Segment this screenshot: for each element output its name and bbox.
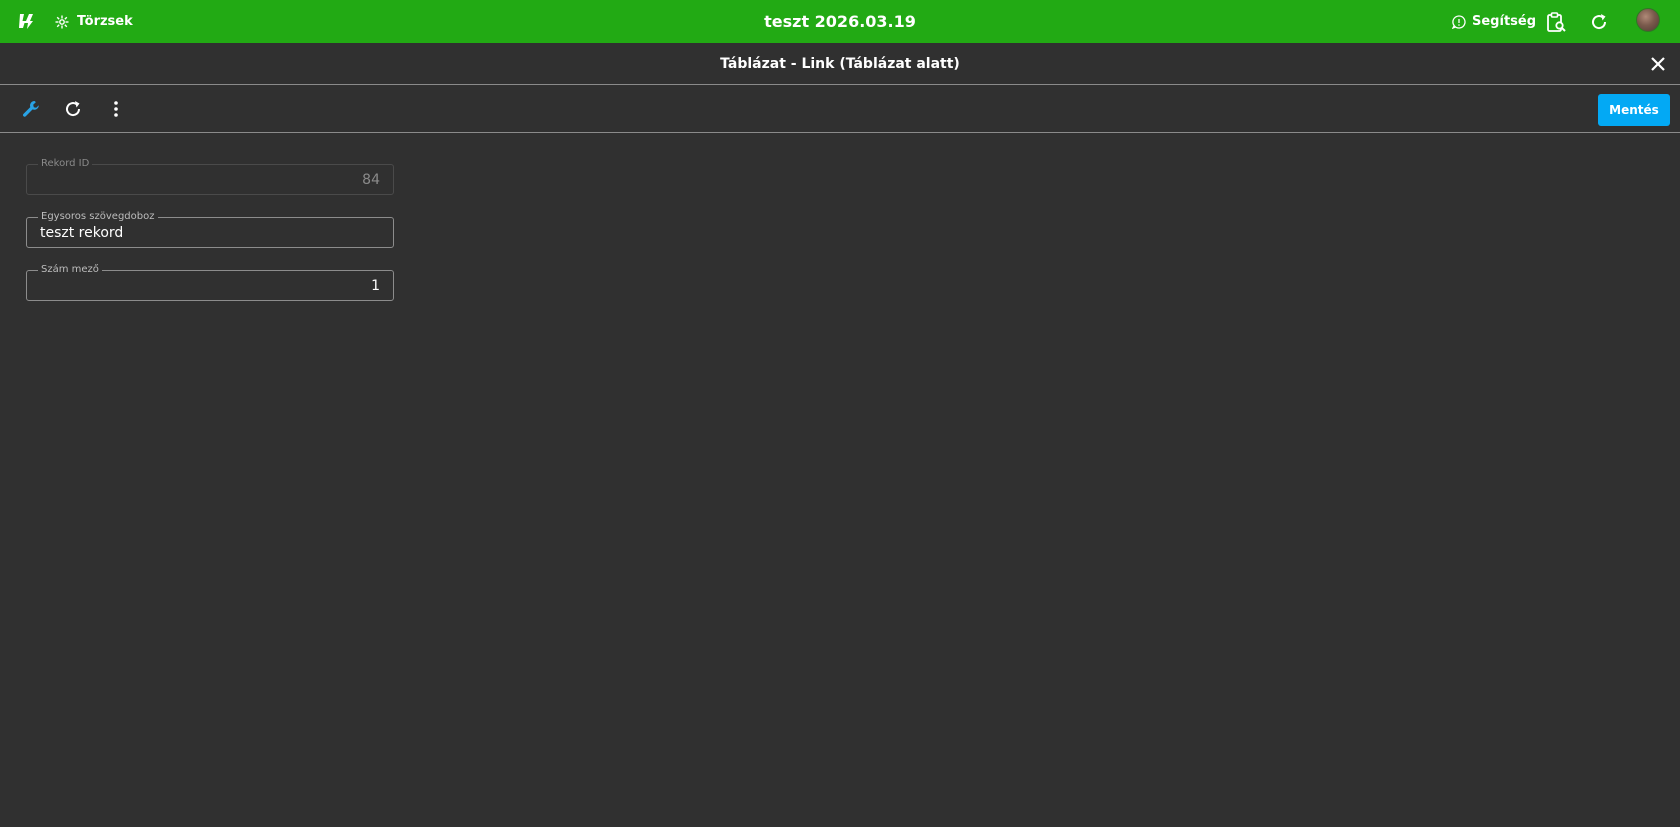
user-avatar[interactable] [1636, 8, 1660, 32]
help-label: Segítség [1472, 14, 1537, 29]
refresh-icon[interactable] [1588, 11, 1610, 33]
number-field-input[interactable] [40, 277, 380, 295]
record-id-field: Rekord ID 84 [26, 157, 394, 195]
dialog-title: Táblázat - Link (Táblázat alatt) [720, 55, 960, 72]
more-vertical-icon[interactable] [105, 98, 127, 120]
wrench-icon[interactable] [20, 98, 42, 120]
number-field-label: Szám mező [38, 263, 102, 277]
app-logo-icon[interactable] [17, 11, 37, 31]
dialog-header: Táblázat - Link (Táblázat alatt) [0, 43, 1680, 85]
single-line-text-label: Egysoros szövegdoboz [38, 210, 158, 224]
help-button[interactable]: Segítség [1452, 0, 1536, 43]
single-line-text-input[interactable] [40, 224, 380, 242]
single-line-text-field[interactable]: Egysoros szövegdoboz [26, 210, 394, 248]
record-id-label: Rekord ID [38, 157, 93, 171]
refresh-icon[interactable] [62, 98, 84, 120]
close-icon[interactable] [1648, 54, 1668, 74]
nav-item-label: Törzsek [77, 14, 133, 29]
dialog-toolbar: Mentés [0, 86, 1680, 133]
nav-item-torzsek[interactable]: Törzsek [55, 0, 133, 43]
app-title: teszt 2026.03.19 [764, 12, 916, 31]
help-chat-icon [1452, 14, 1466, 29]
save-button[interactable]: Mentés [1598, 94, 1670, 126]
asterisk-icon [55, 15, 69, 28]
record-id-value: 84 [362, 172, 380, 188]
clipboard-search-icon[interactable] [1545, 11, 1567, 33]
number-field[interactable]: Szám mező [26, 263, 394, 301]
top-app-bar: Törzsek teszt 2026.03.19 Segítség [0, 0, 1680, 43]
